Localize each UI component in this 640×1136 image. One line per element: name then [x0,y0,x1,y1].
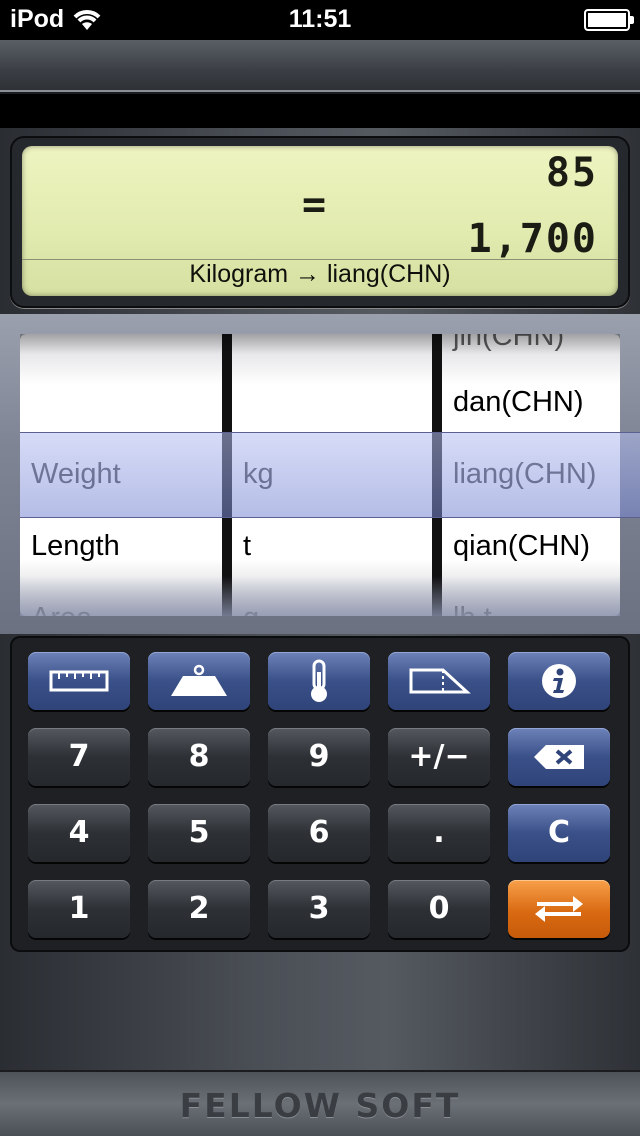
to-unit-row-dan[interactable]: dan(CHN) [442,366,620,438]
length-mode-button[interactable] [28,652,130,710]
backspace-button[interactable] [508,728,610,786]
top-metal-bar [0,40,640,92]
sign-toggle-button[interactable]: +/− [388,728,490,786]
digit-2-button[interactable]: 2 [148,880,250,938]
digit-3-button[interactable]: 3 [268,880,370,938]
conversion-label: Kilogram → liang(CHN) [189,260,451,288]
digit-5-button[interactable]: 5 [148,804,250,862]
from-unit-row-empty[interactable] [232,358,432,430]
equals-sign: = [302,182,327,228]
digit-8-button[interactable]: 8 [148,728,250,786]
to-unit-row-liang[interactable]: liang(CHN) [442,438,620,510]
category-row-area[interactable]: Area [20,582,222,616]
info-button[interactable] [508,652,610,710]
from-unit-column[interactable]: kg t g [232,334,432,616]
category-column[interactable]: Weight Length Area [20,334,222,616]
clock-label: 11:51 [288,5,352,33]
area-mode-button[interactable] [388,652,490,710]
thermometer-icon [268,652,370,710]
category-row-length[interactable]: Length [20,510,222,582]
input-value: 85 [545,150,598,196]
area-icon [388,652,490,710]
unit-picker[interactable]: Weight Length Area kg t g jin(CHN) dan(C… [20,334,620,616]
digit-7-button[interactable]: 7 [28,728,130,786]
digit-9-button[interactable]: 9 [268,728,370,786]
battery-icon [584,9,634,31]
swap-arrows-icon [508,880,610,938]
digit-1-button[interactable]: 1 [28,880,130,938]
category-row-weight[interactable]: Weight [20,438,222,510]
from-unit-row-t[interactable]: t [232,510,432,582]
brand-label: FELLOW SOFT [179,1086,461,1125]
weight-mode-button[interactable] [148,652,250,710]
category-row-empty[interactable] [20,358,222,430]
ruler-icon [28,652,130,710]
digit-4-button[interactable]: 4 [28,804,130,862]
swap-units-button[interactable] [508,880,610,938]
footer-bar: FELLOW SOFT [0,1070,640,1136]
decimal-button[interactable]: . [388,804,490,862]
clear-button[interactable]: C [508,804,610,862]
weight-icon [148,652,250,710]
backspace-icon [508,728,610,786]
to-unit-row-lbt[interactable]: lb t [442,582,620,616]
digit-0-button[interactable]: 0 [388,880,490,938]
status-bar: iPod 11:51 [0,0,640,40]
digit-6-button[interactable]: 6 [268,804,370,862]
lcd-display: 85 = 1,700 Kilogram → liang(CHN) [22,146,618,296]
from-unit-row-kg[interactable]: kg [232,438,432,510]
to-unit-row-qian[interactable]: qian(CHN) [442,510,620,582]
result-value: 1,700 [467,216,598,262]
info-icon [508,652,610,710]
keypad: 7 8 9 +/− 4 5 6 . C 1 2 3 0 [10,636,630,952]
to-unit-column[interactable]: jin(CHN) dan(CHN) liang(CHN) qian(CHN) l… [442,334,620,616]
from-unit-row-g[interactable]: g [232,582,432,616]
temperature-mode-button[interactable] [268,652,370,710]
top-divider [0,94,640,128]
